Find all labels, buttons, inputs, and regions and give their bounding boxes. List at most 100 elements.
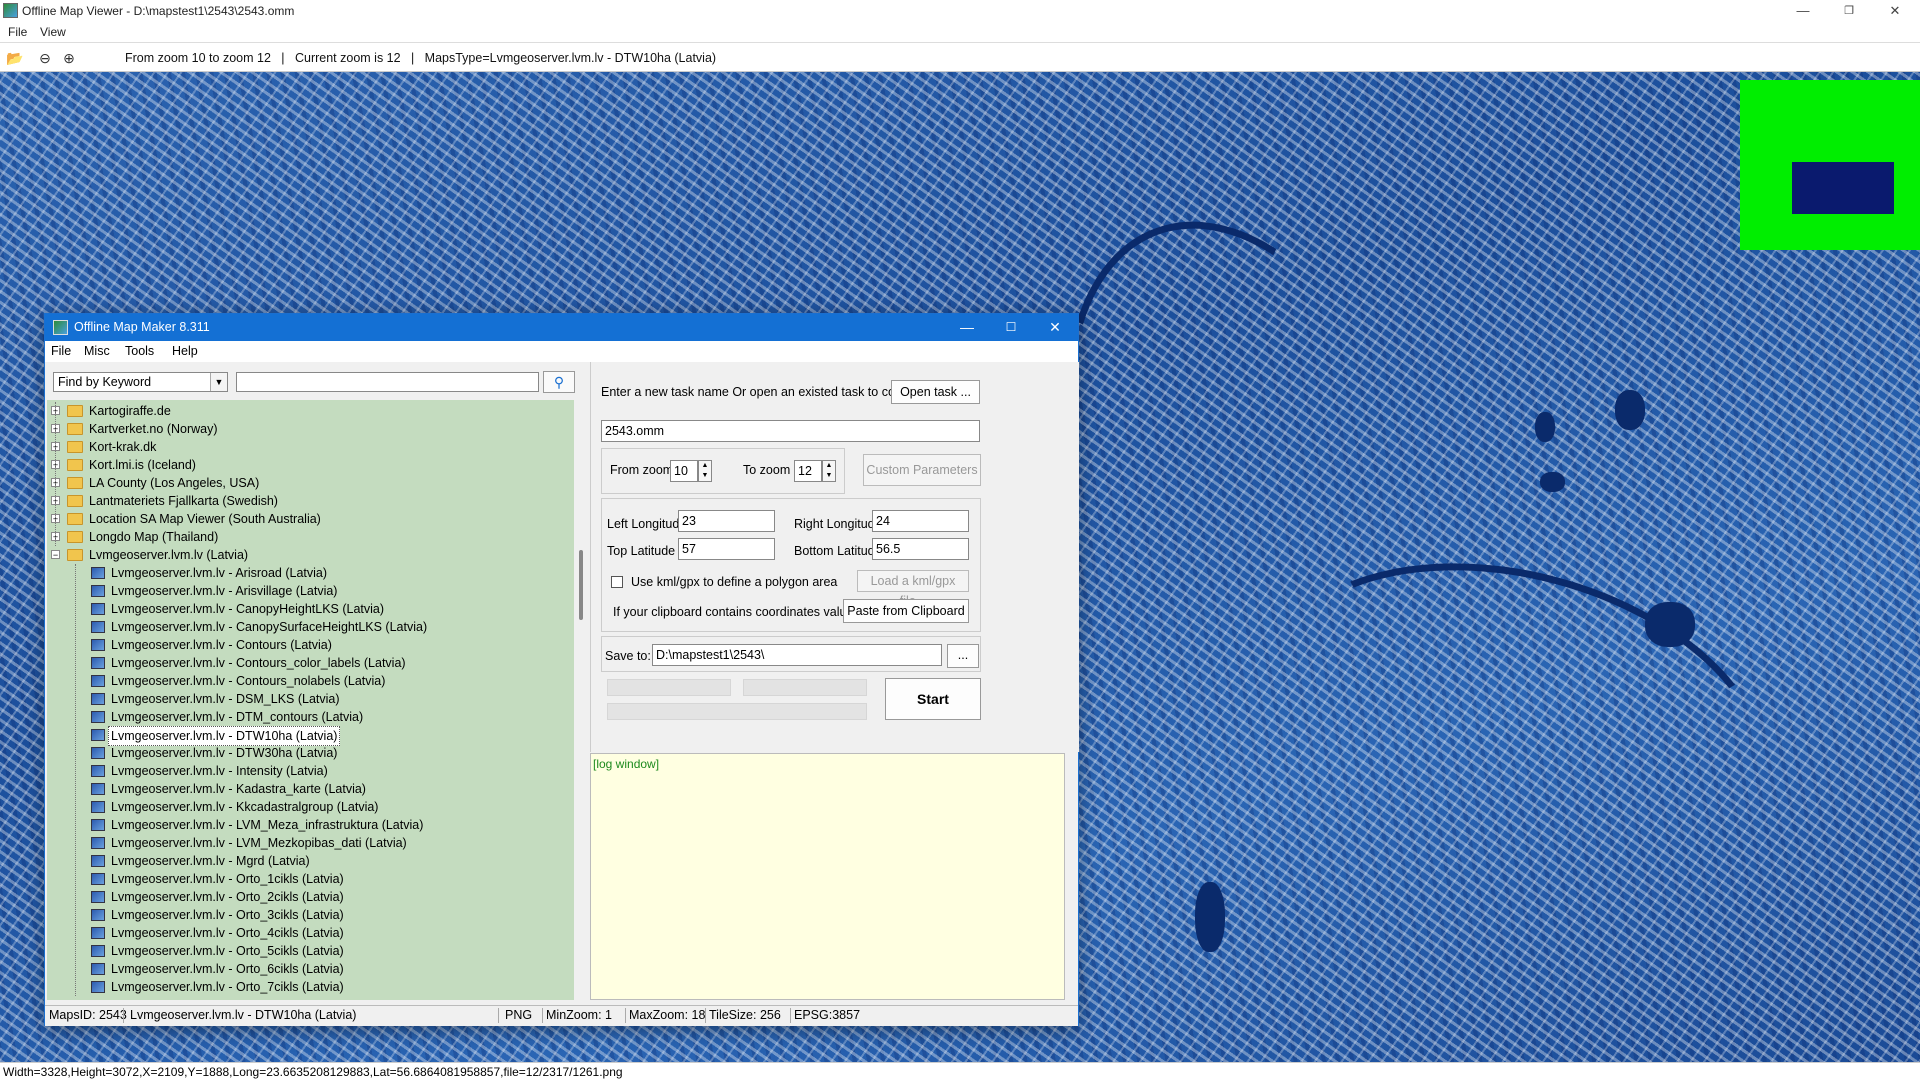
tree-item[interactable]: Lvmgeoserver.lvm.lv - Intensity (Latvia) (47, 762, 567, 780)
custom-parameters-button[interactable]: Custom Parameters (863, 454, 981, 486)
tree-item[interactable]: Lvmgeoserver.lvm.lv - DTM_contours (Latv… (47, 708, 567, 726)
map-tile-icon (91, 621, 105, 633)
close-icon[interactable]: ✕ (1872, 0, 1918, 22)
browse-button[interactable]: ... (947, 644, 979, 668)
tree-folder-open[interactable]: − Lvmgeoserver.lvm.lv (Latvia) (47, 546, 567, 564)
collapse-icon[interactable]: − (51, 550, 60, 560)
tree-item[interactable]: Lvmgeoserver.lvm.lv - DTW30ha (Latvia) (47, 744, 567, 762)
bottom-latitude-input[interactable] (872, 538, 969, 560)
open-folder-icon[interactable]: 📂 (6, 49, 24, 67)
scrollbar-thumb[interactable] (579, 550, 583, 620)
map-tile-icon (91, 747, 105, 759)
tree-item[interactable]: Lvmgeoserver.lvm.lv - CanopyHeightLKS (L… (47, 600, 567, 618)
tree-item[interactable]: Lvmgeoserver.lvm.lv - Kkcadastralgroup (… (47, 798, 567, 816)
menu-file[interactable]: File (8, 25, 27, 39)
status-tile-size: TileSize: 256 (709, 1008, 781, 1022)
tree-item-label: Lvmgeoserver.lvm.lv - Orto_6cikls (Latvi… (111, 962, 344, 976)
tree-item[interactable]: Lvmgeoserver.lvm.lv - Orto_3cikls (Latvi… (47, 906, 567, 924)
zoom-in-icon[interactable]: ⊕ (60, 49, 78, 67)
open-task-button[interactable]: Open task ... (891, 380, 980, 404)
maximize-icon[interactable]: ☐ (989, 314, 1033, 341)
task-prompt-label: Enter a new task name Or open an existed… (601, 385, 933, 399)
tree-item[interactable]: Lvmgeoserver.lvm.lv - Contours_nolabels … (47, 672, 567, 690)
search-button[interactable]: ⚲ (543, 371, 575, 393)
tree-item[interactable]: Lvmgeoserver.lvm.lv - Orto_5cikls (Latvi… (47, 942, 567, 960)
polygon-checkbox[interactable] (611, 576, 623, 588)
menu-tools[interactable]: Tools (125, 344, 154, 358)
tree-folder[interactable]: + LA County (Los Angeles, USA) (47, 474, 567, 492)
tree-item[interactable]: Lvmgeoserver.lvm.lv - Contours_color_lab… (47, 654, 567, 672)
tree-folder-label: Kartogiraffe.de (89, 404, 171, 418)
tree-item-selected[interactable]: Lvmgeoserver.lvm.lv - DTW10ha (Latvia) (47, 726, 567, 746)
to-zoom-label: To zoom (743, 463, 791, 477)
tree-item-label: Lvmgeoserver.lvm.lv - Arisroad (Latvia) (111, 566, 328, 580)
map-lake (1535, 412, 1555, 442)
restore-icon[interactable]: ❐ (1826, 0, 1872, 22)
menu-misc[interactable]: Misc (84, 344, 110, 358)
load-kml-button[interactable]: Load a kml/gpx file... (857, 570, 969, 608)
map-tile-icon (91, 639, 105, 651)
map-source-tree[interactable]: + Kartogiraffe.de + Kartverket.no (Norway) +… (47, 400, 574, 1000)
minimap[interactable] (1740, 80, 1920, 250)
right-longitude-input[interactable] (872, 510, 969, 532)
log-text: [log window] (593, 757, 660, 771)
tree-item[interactable]: Lvmgeoserver.lvm.lv - Mgrd (Latvia) (47, 852, 567, 870)
tree-item[interactable]: Lvmgeoserver.lvm.lv - Arisvillage (Latvi… (47, 582, 567, 600)
tree-item[interactable]: Lvmgeoserver.lvm.lv - LVM_Mezkopibas_dat… (47, 834, 567, 852)
log-window[interactable]: [log window] (590, 753, 1065, 1000)
tree-folder[interactable]: + Lantmateriets Fjallkarta (Swedish) (47, 492, 567, 510)
minimize-icon[interactable]: — (945, 314, 989, 341)
status-separator (625, 1008, 626, 1023)
close-icon[interactable]: ✕ (1033, 314, 1077, 341)
progress-bar-total (607, 703, 867, 720)
tree-scrollbar[interactable] (574, 400, 591, 1000)
tree-item[interactable]: Lvmgeoserver.lvm.lv - Orto_6cikls (Latvi… (47, 960, 567, 978)
search-input[interactable] (236, 372, 539, 392)
left-longitude-input[interactable] (678, 510, 775, 532)
minimize-icon[interactable]: — (1780, 0, 1826, 22)
tree-item[interactable]: Lvmgeoserver.lvm.lv - Orto_1cikls (Latvi… (47, 870, 567, 888)
status-separator (123, 1008, 124, 1023)
from-zoom-input[interactable] (670, 460, 698, 482)
status-min-zoom: MinZoom: 1 (546, 1008, 612, 1022)
search-mode-select[interactable]: Find by Keyword ▼ (53, 372, 228, 392)
map-tile-icon (91, 783, 105, 795)
from-zoom-spinner[interactable]: ▲ ▼ (698, 460, 712, 482)
tree-folder[interactable]: + Kort-krak.dk (47, 438, 567, 456)
tree-item[interactable]: Lvmgeoserver.lvm.lv - Orto_7cikls (Latvi… (47, 978, 567, 996)
tree-item-label: Lvmgeoserver.lvm.lv - DTW30ha (Latvia) (111, 746, 338, 760)
menu-help[interactable]: Help (172, 344, 198, 358)
tree-item[interactable]: Lvmgeoserver.lvm.lv - Kadastra_karte (La… (47, 780, 567, 798)
top-latitude-input[interactable] (678, 538, 775, 560)
to-zoom-input[interactable] (794, 460, 822, 482)
tree-folder-label: Longdo Map (Thailand) (89, 530, 219, 544)
tree-item[interactable]: Lvmgeoserver.lvm.lv - Contours (Latvia) (47, 636, 567, 654)
map-tile-icon (91, 819, 105, 831)
menu-view[interactable]: View (40, 25, 66, 39)
tree-item[interactable]: Lvmgeoserver.lvm.lv - CanopySurfaceHeigh… (47, 618, 567, 636)
menu-file[interactable]: File (51, 344, 71, 358)
tree-item[interactable]: Lvmgeoserver.lvm.lv - Arisroad (Latvia) (47, 564, 567, 582)
save-path-input[interactable] (652, 644, 942, 666)
tree-item[interactable]: Lvmgeoserver.lvm.lv - DSM_LKS (Latvia) (47, 690, 567, 708)
tree-folder[interactable]: + Kartogiraffe.de (47, 402, 567, 420)
tree-folder[interactable]: + Kartverket.no (Norway) (47, 420, 567, 438)
tree-item[interactable]: Lvmgeoserver.lvm.lv - LVM_Meza_infrastru… (47, 816, 567, 834)
start-button[interactable]: Start (885, 678, 981, 720)
to-zoom-spinner[interactable]: ▲ ▼ (822, 460, 836, 482)
log-scrollbar[interactable] (1065, 753, 1078, 1000)
status-map-name: Lvmgeoserver.lvm.lv - DTW10ha (Latvia) (130, 1008, 357, 1022)
minimap-viewport[interactable] (1792, 162, 1894, 214)
cursor-info-text: Width=3328,Height=3072,X=2109,Y=1888,Lon… (3, 1065, 623, 1079)
paste-clipboard-button[interactable]: Paste from Clipboard (843, 599, 969, 623)
task-name-input[interactable] (601, 420, 980, 442)
tree-item[interactable]: Lvmgeoserver.lvm.lv - Orto_2cikls (Latvi… (47, 888, 567, 906)
tree-item-label: Lvmgeoserver.lvm.lv - Orto_2cikls (Latvi… (111, 890, 344, 904)
tree-folder[interactable]: + Kort.lmi.is (Iceland) (47, 456, 567, 474)
map-tile-icon (91, 765, 105, 777)
tree-folder[interactable]: + Location SA Map Viewer (South Australia… (47, 510, 567, 528)
tree-item[interactable]: Lvmgeoserver.lvm.lv - Orto_4cikls (Latvi… (47, 924, 567, 942)
tree-item-label: Lvmgeoserver.lvm.lv - Orto_7cikls (Latvi… (111, 980, 344, 994)
tree-folder[interactable]: + Longdo Map (Thailand) (47, 528, 567, 546)
zoom-out-icon[interactable]: ⊖ (36, 49, 54, 67)
